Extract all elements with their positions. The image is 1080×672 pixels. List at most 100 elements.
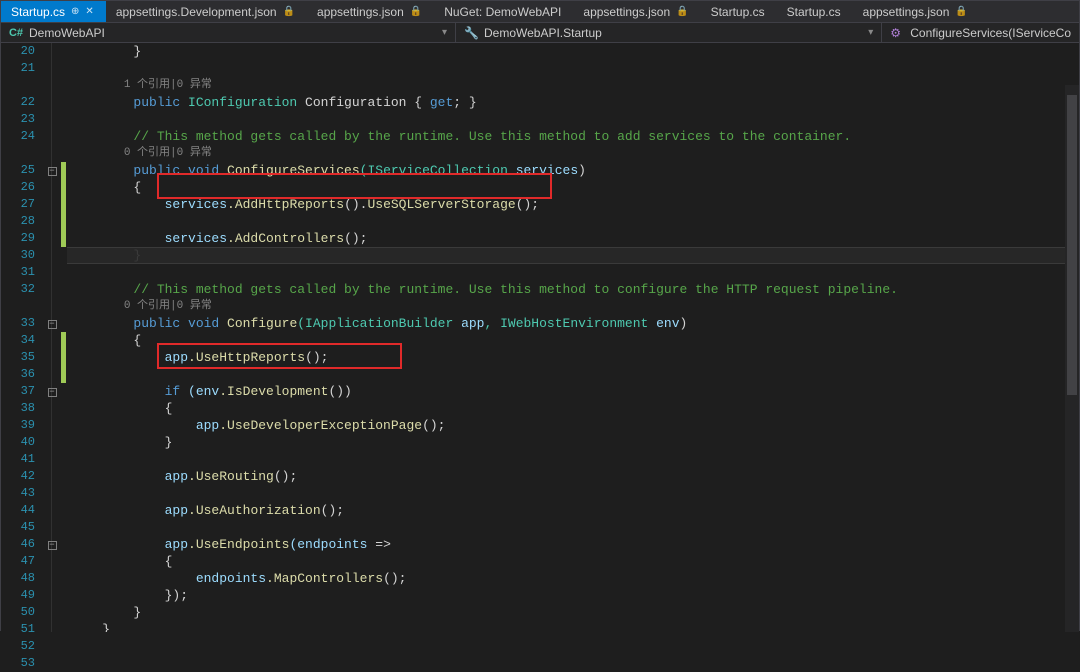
line-number: 34	[1, 332, 35, 349]
fold-cell[interactable]	[43, 655, 61, 672]
line-number: 40	[1, 434, 35, 451]
line-number: 41	[1, 451, 35, 468]
line-number: 39	[1, 417, 35, 434]
line-number: 45	[1, 519, 35, 536]
tab-appsettings-3[interactable]: appsettings.json 🔒	[853, 1, 980, 22]
fold-cell[interactable]	[43, 400, 61, 417]
fold-cell[interactable]	[43, 43, 61, 60]
scroll-thumb[interactable]	[1067, 95, 1077, 395]
tab-nuget[interactable]: NuGet: DemoWebAPI	[434, 1, 573, 22]
fold-cell[interactable]: −	[43, 536, 61, 553]
line-number	[1, 298, 35, 315]
code-body[interactable]: } 1 个引用|0 异常 public IConfiguration Confi…	[67, 43, 1079, 632]
line-number: 44	[1, 502, 35, 519]
fold-cell[interactable]	[43, 60, 61, 77]
fold-cell[interactable]	[43, 553, 61, 570]
fold-cell[interactable]	[43, 366, 61, 383]
fold-cell[interactable]	[43, 111, 61, 128]
breadcrumb-member[interactable]: ⚙ ConfigureServices(IServiceCo	[882, 23, 1079, 42]
lock-icon: 🔒	[955, 6, 967, 17]
fold-cell[interactable]	[43, 196, 61, 213]
line-number: 22	[1, 94, 35, 111]
fold-cell[interactable]	[43, 179, 61, 196]
line-number: 27	[1, 196, 35, 213]
tab-label: appsettings.json	[317, 5, 404, 19]
code-editor[interactable]: 2021222324252627282930313233343536373839…	[1, 43, 1079, 632]
line-number: 53	[1, 655, 35, 672]
fold-cell[interactable]	[43, 77, 61, 94]
line-number: 33	[1, 315, 35, 332]
csharp-project-icon: C#	[9, 26, 23, 40]
fold-toggle-icon[interactable]: −	[48, 320, 57, 329]
fold-cell[interactable]	[43, 298, 61, 315]
line-number: 31	[1, 264, 35, 281]
tab-appsettings-dev[interactable]: appsettings.Development.json 🔒	[106, 1, 307, 22]
lock-icon: 🔒	[410, 6, 422, 17]
fold-cell[interactable]	[43, 519, 61, 536]
fold-cell[interactable]	[43, 94, 61, 111]
lock-icon: 🔒	[676, 6, 688, 17]
breadcrumb-member-label: ConfigureServices(IServiceCo	[910, 26, 1071, 40]
tab-startup-cs[interactable]: Startup.cs ⊕ ✕	[1, 1, 106, 22]
line-number: 43	[1, 485, 35, 502]
line-number: 25	[1, 162, 35, 179]
fold-cell[interactable]	[43, 604, 61, 621]
fold-cell[interactable]	[43, 434, 61, 451]
line-number-gutter: 2021222324252627282930313233343536373839…	[1, 43, 43, 632]
chevron-down-icon: ▾	[442, 27, 447, 38]
change-mark	[61, 332, 66, 383]
line-number: 36	[1, 366, 35, 383]
fold-cell[interactable]	[43, 264, 61, 281]
method-icon: ⚙	[890, 26, 904, 40]
fold-cell[interactable]	[43, 230, 61, 247]
vertical-scrollbar[interactable]	[1065, 85, 1079, 632]
breadcrumb-project[interactable]: C# DemoWebAPI ▾	[1, 23, 456, 42]
lock-icon: 🔒	[283, 6, 295, 17]
fold-cell[interactable]	[43, 128, 61, 145]
fold-cell[interactable]	[43, 638, 61, 655]
fold-cell[interactable]	[43, 213, 61, 230]
breadcrumb-class-label: DemoWebAPI.Startup	[484, 26, 602, 40]
fold-cell[interactable]	[43, 468, 61, 485]
fold-cell[interactable]	[43, 417, 61, 434]
fold-cell[interactable]	[43, 451, 61, 468]
line-number: 37	[1, 383, 35, 400]
fold-cell[interactable]	[43, 281, 61, 298]
line-number: 42	[1, 468, 35, 485]
line-number: 47	[1, 553, 35, 570]
class-icon: 🔧	[464, 26, 478, 40]
tab-label: appsettings.Development.json	[116, 5, 277, 19]
tab-startup-2[interactable]: Startup.cs	[701, 1, 777, 22]
breadcrumb-class[interactable]: 🔧 DemoWebAPI.Startup ▾	[456, 23, 882, 42]
line-number: 48	[1, 570, 35, 587]
line-number: 28	[1, 213, 35, 230]
tab-appsettings-1[interactable]: appsettings.json 🔒	[307, 1, 434, 22]
fold-gutter[interactable]: − − − −	[43, 43, 61, 632]
tab-label: NuGet: DemoWebAPI	[444, 5, 561, 19]
pin-icon[interactable]: ⊕	[71, 6, 79, 17]
fold-toggle-icon[interactable]: −	[48, 167, 57, 176]
tab-startup-3[interactable]: Startup.cs	[777, 1, 853, 22]
fold-toggle-icon[interactable]: −	[48, 541, 57, 550]
tab-appsettings-2[interactable]: appsettings.json 🔒	[573, 1, 700, 22]
line-number: 21	[1, 60, 35, 77]
fold-cell[interactable]	[43, 145, 61, 162]
close-icon[interactable]: ✕	[85, 6, 93, 17]
line-number: 35	[1, 349, 35, 366]
fold-cell[interactable]: −	[43, 383, 61, 400]
fold-toggle-icon[interactable]: −	[48, 388, 57, 397]
fold-cell[interactable]: −	[43, 162, 61, 179]
fold-cell[interactable]	[43, 332, 61, 349]
fold-cell[interactable]	[43, 587, 61, 604]
fold-cell[interactable]: −	[43, 315, 61, 332]
fold-cell[interactable]	[43, 349, 61, 366]
fold-cell[interactable]	[43, 570, 61, 587]
fold-cell[interactable]	[43, 485, 61, 502]
fold-cell[interactable]	[43, 247, 61, 264]
line-number: 52	[1, 638, 35, 655]
line-number: 26	[1, 179, 35, 196]
file-tabs: Startup.cs ⊕ ✕ appsettings.Development.j…	[1, 1, 1079, 23]
breadcrumb-project-label: DemoWebAPI	[29, 26, 105, 40]
fold-cell[interactable]	[43, 621, 61, 638]
fold-cell[interactable]	[43, 502, 61, 519]
